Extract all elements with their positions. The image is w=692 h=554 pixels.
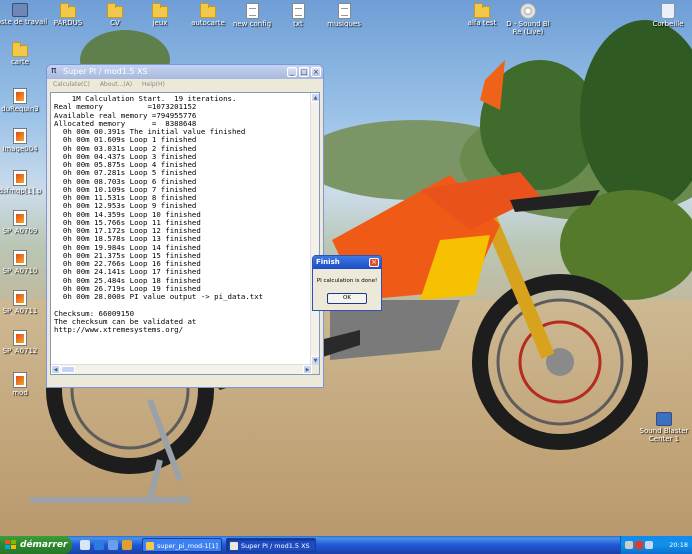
system-tray: 20:18 (620, 536, 692, 554)
scroll-left-arrow-icon[interactable]: ◀ (51, 365, 60, 374)
finish-message: PI calculation is done! (316, 278, 378, 284)
superpi-titlebar[interactable]: π Super PI / mod1.5 XS _ □ × (47, 65, 323, 79)
document-icon (245, 3, 259, 19)
finish-title: Finish (316, 258, 340, 266)
horizontal-scrollbar[interactable]: ◀ ▶ (51, 364, 319, 374)
recycle-bin-icon (661, 3, 675, 19)
image-icon (13, 372, 27, 388)
image-icon (13, 210, 27, 226)
desktop-icon-sound-blaster[interactable]: Sound Blaster Center 1 (636, 412, 692, 443)
start-label: démarrer (20, 540, 68, 550)
tray-network-icon[interactable] (645, 541, 653, 549)
finish-titlebar[interactable]: Finish × (313, 256, 381, 269)
scroll-thumb[interactable] (61, 366, 75, 373)
scroll-up-arrow-icon[interactable]: ▲ (311, 93, 319, 102)
menu-help[interactable]: Help(H) (142, 81, 165, 88)
desktop-icon-image[interactable]: SP_A0712 (0, 330, 48, 355)
folder-icon (474, 3, 490, 18)
resize-grip[interactable] (312, 365, 319, 374)
image-icon (13, 88, 27, 104)
quicklaunch-media-icon[interactable] (108, 540, 118, 550)
taskbar-item-folder[interactable]: super_pi_mod-1[1] (142, 538, 222, 552)
desktop-icon-musiques[interactable]: musiques (316, 3, 372, 28)
desktop-icon-dvd-drive[interactable]: D - Sound Bl Re (Live) (500, 3, 556, 36)
windows-logo-icon (5, 540, 16, 550)
folder-icon (146, 542, 154, 550)
folder-icon (107, 3, 123, 18)
image-icon (13, 330, 27, 346)
minimize-button[interactable]: _ (287, 67, 297, 77)
quicklaunch-show-desktop-icon[interactable] (80, 540, 90, 550)
folder-icon (200, 3, 216, 18)
desktop-icon-corbeille[interactable]: Corbeille (640, 3, 692, 28)
desktop-icon-image[interactable]: Image004 (0, 128, 48, 153)
superpi-menubar: Calculate(C) About...(A) Help(H) (47, 79, 323, 91)
desktop-icon-image[interactable]: SP_A0709 (0, 210, 48, 235)
desktop-icon-image[interactable]: dsfmqp[1].p (0, 170, 48, 195)
quicklaunch-browser-icon[interactable] (94, 540, 104, 550)
superpi-title: Super PI / mod1.5 XS (63, 67, 148, 76)
image-icon (13, 128, 27, 144)
computer-icon (12, 3, 28, 17)
pi-icon: π (51, 66, 57, 76)
image-icon (13, 170, 27, 186)
desktop-icon-image[interactable]: SP_A0711 (0, 290, 48, 315)
close-icon[interactable]: × (369, 258, 379, 267)
desktop-icon-image[interactable]: SP_A0710 (0, 250, 48, 275)
folder-icon (152, 3, 168, 18)
tray-antivirus-icon[interactable] (635, 541, 643, 549)
calculation-log: 1M Calculation Start. 19 iterations. Rea… (54, 94, 264, 334)
ok-button[interactable]: OK (327, 293, 367, 304)
taskbar: démarrer super_pi_mod-1[1] Super PI / mo… (0, 536, 692, 554)
pi-icon (230, 542, 238, 550)
superpi-output-area[interactable]: 1M Calculation Start. 19 iterations. Rea… (50, 92, 320, 375)
start-button[interactable]: démarrer (0, 536, 72, 554)
clock[interactable]: 20:18 (669, 536, 688, 554)
document-icon (337, 3, 351, 19)
tray-arrow-icon[interactable] (625, 541, 633, 549)
image-icon (13, 250, 27, 266)
image-icon (13, 290, 27, 306)
desktop-icon-carte[interactable]: carte (0, 42, 48, 66)
desktop-icon-image[interactable]: mod (0, 372, 48, 397)
close-button[interactable]: × (311, 67, 321, 77)
menu-calculate[interactable]: Calculate(C) (53, 81, 90, 88)
superpi-window: π Super PI / mod1.5 XS _ □ × Calculate(C… (46, 64, 324, 388)
taskbar-item-superpi[interactable]: Super PI / mod1.5 XS (226, 538, 316, 552)
scroll-right-arrow-icon[interactable]: ▶ (303, 365, 312, 374)
desktop-icon-image[interactable]: duRequin3 (0, 88, 48, 113)
dvd-icon (520, 3, 536, 19)
folder-icon (60, 3, 76, 18)
sound-blaster-icon (656, 412, 672, 426)
document-icon (291, 3, 305, 19)
desktop: Poste de travail PARDUS CV jeux autocart… (0, 0, 692, 536)
quicklaunch-messenger-icon[interactable] (122, 540, 132, 550)
maximize-button[interactable]: □ (299, 67, 309, 77)
folder-icon (12, 42, 28, 57)
menu-about[interactable]: About...(A) (100, 81, 132, 88)
vertical-scrollbar[interactable]: ▲ ▼ (310, 93, 319, 365)
finish-dialog: Finish × PI calculation is done! OK (312, 255, 382, 311)
